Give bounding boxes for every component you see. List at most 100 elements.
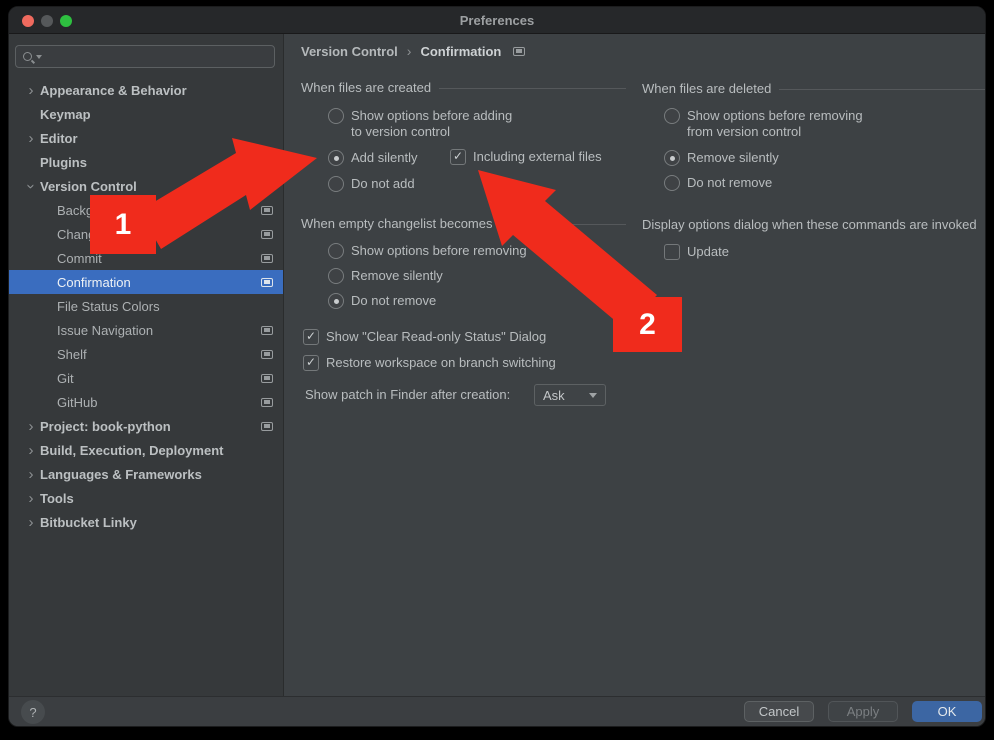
search-icon [23,52,32,61]
radio-do-not-add[interactable]: Do not add [328,176,415,192]
search-input[interactable] [42,49,274,64]
ok-button[interactable]: OK [912,701,982,722]
settings-scope-icon [261,422,273,431]
sidebar-item-tools[interactable]: › Tools [9,486,283,510]
checkbox-label: Restore workspace on branch switching [326,355,556,371]
radio-show-options-before-adding[interactable]: Show options before adding to version co… [328,108,512,140]
sidebar-item-label: Tools [40,491,74,506]
radio-show-options-before-removing-vc[interactable]: Show options before removing from versio… [664,108,863,140]
radio-label: Show options before adding to version co… [351,108,512,140]
sidebar-item-shelf[interactable]: Shelf [9,342,283,366]
annotation-label-2: 2 [613,297,682,352]
radio-label: Do not remove [687,175,772,191]
sidebar-item-file-status-colors[interactable]: File Status Colors [9,294,283,318]
radio-icon[interactable] [664,108,680,124]
patch-dropdown-value: Ask [543,388,565,403]
sidebar-item-git[interactable]: Git [9,366,283,390]
dropdown-caret-icon [589,393,597,398]
sidebar-item-languages-frameworks[interactable]: › Languages & Frameworks [9,462,283,486]
group-divider [439,88,626,89]
search-box[interactable] [15,45,275,68]
chevron-right-icon[interactable]: › [22,515,40,530]
checkbox-unchecked-icon[interactable] [664,244,680,260]
radio-do-not-remove[interactable]: Do not remove [328,293,436,309]
help-button[interactable]: ? [21,700,45,724]
close-button[interactable] [22,15,34,27]
sidebar-item-appearance-behavior[interactable]: › Appearance & Behavior [9,78,283,102]
zoom-button[interactable] [60,15,72,27]
radio-icon[interactable] [328,176,344,192]
radio-selected-icon[interactable] [328,150,344,166]
settings-scope-icon [261,398,273,407]
sidebar-item-github[interactable]: GitHub [9,390,283,414]
sidebar-item-plugins[interactable]: Plugins [9,150,283,174]
group-divider [548,224,626,225]
settings-sidebar: › Appearance & Behavior Keymap › Editor … [9,34,284,698]
radio-icon[interactable] [328,268,344,284]
radio-remove-silently[interactable]: Remove silently [328,268,443,284]
sidebar-item-label: Plugins [40,155,87,170]
window-title: Preferences [460,13,534,28]
group-title: When files are deleted [642,81,771,96]
cancel-button[interactable]: Cancel [744,701,814,722]
sidebar-item-bitbucket-linky[interactable]: › Bitbucket Linky [9,510,283,534]
annotation-label-1: 1 [90,195,156,254]
minimize-button[interactable] [41,15,53,27]
preferences-window: Preferences › Appearance & Behavior Keym… [8,6,986,727]
radio-do-not-remove-deleted[interactable]: Do not remove [664,175,772,191]
chevron-right-icon[interactable]: › [22,467,40,482]
radio-icon[interactable] [328,108,344,124]
radio-label: Add silently [351,150,417,166]
checkbox-restore-workspace[interactable]: ✓ Restore workspace on branch switching [303,355,556,371]
radio-selected-icon[interactable] [328,293,344,309]
settings-scope-icon [261,254,273,263]
chevron-right-icon[interactable]: › [22,83,40,98]
radio-show-options-before-removing[interactable]: Show options before removing [328,243,527,259]
checkbox-checked-icon[interactable]: ✓ [303,329,319,345]
sidebar-item-issue-navigation[interactable]: Issue Navigation [9,318,283,342]
radio-icon[interactable] [328,243,344,259]
breadcrumb-separator-icon: › [407,43,412,59]
radio-label: Do not remove [351,293,436,309]
radio-add-silently[interactable]: Add silently [328,150,417,166]
group-files-deleted: When files are deleted [642,81,985,96]
chevron-right-icon[interactable]: › [22,131,40,146]
radio-label: Remove silently [351,268,443,284]
sidebar-item-keymap[interactable]: Keymap [9,102,283,126]
radio-label: Remove silently [687,150,779,166]
chevron-right-icon[interactable]: › [22,419,40,434]
footer-bar: ? Cancel Apply OK [9,696,985,726]
apply-button[interactable]: Apply [828,701,898,722]
settings-scope-icon [261,278,273,287]
radio-label: Do not add [351,176,415,192]
checkbox-including-external-files[interactable]: ✓ Including external files [450,149,602,165]
checkbox-update[interactable]: Update [664,244,729,260]
chevron-down-icon[interactable]: › [24,177,39,195]
radio-icon[interactable] [664,175,680,191]
radio-remove-silently-deleted[interactable]: Remove silently [664,150,779,166]
checkbox-clear-readonly-dialog[interactable]: ✓ Show "Clear Read-only Status" Dialog [303,329,546,345]
radio-selected-icon[interactable] [664,150,680,166]
sidebar-item-build-execution-deployment[interactable]: › Build, Execution, Deployment [9,438,283,462]
sidebar-item-label: Editor [40,131,78,146]
breadcrumb-parent[interactable]: Version Control [301,44,398,59]
display-dialog-title: Display options dialog when these comman… [642,217,977,232]
chevron-right-icon[interactable]: › [22,443,40,458]
sidebar-item-label: Git [57,371,74,386]
sidebar-item-editor[interactable]: › Editor [9,126,283,150]
sidebar-item-label: Project: book-python [40,419,171,434]
settings-scope-icon [261,350,273,359]
sidebar-item-label: Build, Execution, Deployment [40,443,223,458]
patch-dropdown[interactable]: Ask [534,384,606,406]
patch-label: Show patch in Finder after creation: [305,387,510,402]
settings-scope-icon [261,206,273,215]
chevron-right-icon[interactable]: › [22,491,40,506]
sidebar-item-confirmation[interactable]: Confirmation [9,270,283,294]
sidebar-item-label: Languages & Frameworks [40,467,202,482]
sidebar-item-project-book-python[interactable]: › Project: book-python [9,414,283,438]
sidebar-item-label: Confirmation [57,275,131,290]
checkbox-checked-icon[interactable]: ✓ [303,355,319,371]
sidebar-item-label: Bitbucket Linky [40,515,137,530]
radio-label: Show options before removing from versio… [687,108,863,140]
checkbox-checked-icon[interactable]: ✓ [450,149,466,165]
